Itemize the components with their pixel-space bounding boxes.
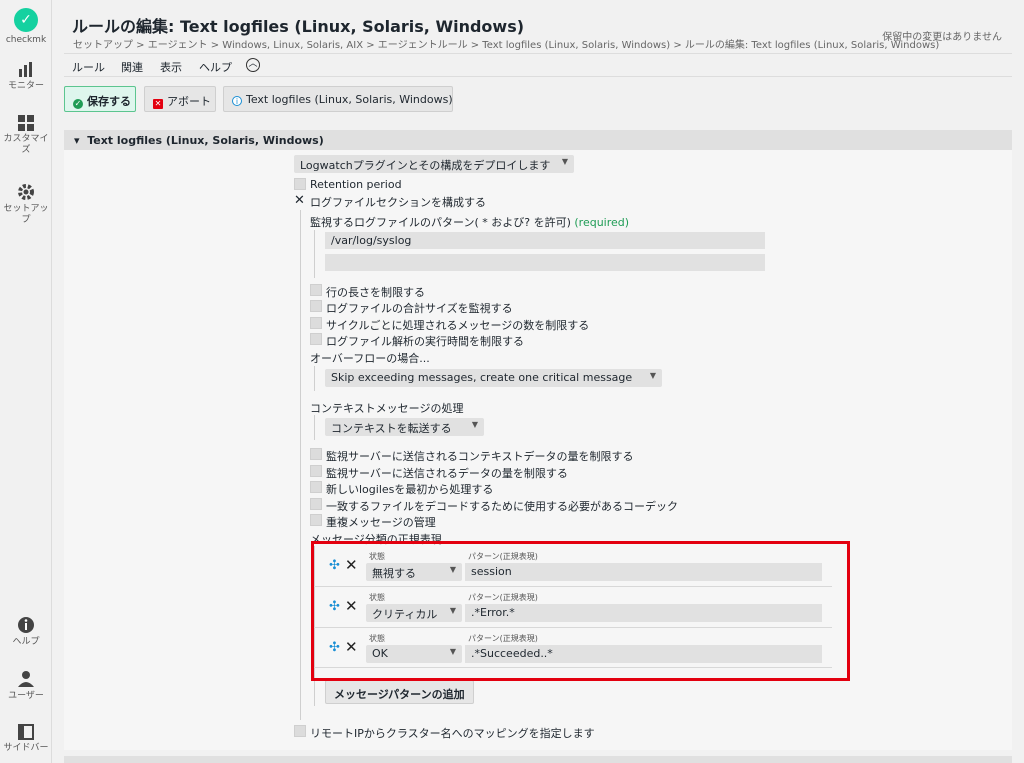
user-icon xyxy=(18,671,34,687)
option-checkbox[interactable] xyxy=(310,481,322,493)
deploy-select[interactable]: Logwatchプラグインとその構成をデプロイします ▼ xyxy=(294,155,574,173)
check-icon: ✓ xyxy=(73,99,83,109)
abort-button[interactable]: ✕ アボート xyxy=(144,86,216,112)
chevron-up-icon[interactable]: ︿ xyxy=(246,58,260,72)
limit-label: サイクルごとに処理されるメッセージの数を制限する xyxy=(326,319,590,332)
limit-label: ログファイル解析の実行時間を制限する xyxy=(326,335,524,348)
option-checkbox[interactable] xyxy=(310,514,322,526)
collapse-triangle-icon: ▾ xyxy=(74,134,88,147)
section-indent-line xyxy=(300,210,301,720)
retention-label: Retention period xyxy=(310,178,402,191)
overflow-indent-line xyxy=(314,366,315,391)
section-footer xyxy=(64,756,1012,763)
save-label: 保存する xyxy=(87,95,131,108)
sidebar-item-help[interactable]: ヘルプ xyxy=(0,616,52,648)
logo-label: checkmk xyxy=(5,35,47,45)
ruleset-info-button[interactable]: i Text logfiles (Linux, Solaris, Windows) xyxy=(223,86,453,112)
required-marker: (required) xyxy=(574,216,630,229)
option-checkbox[interactable] xyxy=(310,465,322,477)
deploy-select-value: Logwatchプラグインとその構成をデプロイします xyxy=(300,159,551,172)
menu-help[interactable]: ヘルプ xyxy=(199,59,232,75)
close-icon: ✕ xyxy=(153,99,163,109)
overflow-select[interactable]: Skip exceeding messages, create one crit… xyxy=(325,369,662,387)
breadcrumb: セットアップ > エージェント > Windows, Linux, Solari… xyxy=(73,40,940,51)
checkmk-logo-icon: ✓ xyxy=(14,8,38,32)
option-label: 一致するファイルをデコードするために使用する必要があるコーデック xyxy=(326,500,678,513)
menu-rules[interactable]: ルール xyxy=(72,59,105,75)
limit-checkbox[interactable] xyxy=(310,333,322,345)
remote-ip-label: リモートIPからクラスター名へのマッピングを指定します xyxy=(310,727,595,740)
context-indent-line xyxy=(314,415,315,440)
logfile-pattern-input[interactable]: /var/log/syslog xyxy=(325,232,765,249)
menu-display[interactable]: 表示 xyxy=(160,59,182,75)
dropdown-arrow-icon: ▼ xyxy=(561,157,568,166)
menu-bar: ルール 関連 表示 ヘルプ ︿ xyxy=(64,53,1012,77)
dropdown-arrow-icon: ▼ xyxy=(471,420,478,429)
remote-ip-checkbox[interactable] xyxy=(294,725,306,737)
grid-icon xyxy=(18,115,34,131)
limit-label: 行の長さを制限する xyxy=(326,286,425,299)
sidebar-item-label: セットアップ xyxy=(3,204,49,225)
patterns-indent-line xyxy=(314,230,315,278)
info-label: Text logfiles (Linux, Solaris, Windows) xyxy=(246,93,453,106)
limit-label: ログファイルの合計サイズを監視する xyxy=(326,302,513,315)
option-label: 監視サーバーに送信されるコンテキストデータの量を制限する xyxy=(326,450,634,463)
sidebar-item-setup[interactable]: セットアップ xyxy=(0,183,52,226)
configure-sections-label: ログファイルセクションを構成する xyxy=(310,196,486,209)
sidebar-item-user[interactable]: ユーザー xyxy=(0,670,52,702)
context-label: コンテキストメッセージの処理 xyxy=(310,402,464,415)
info-circle-icon: i xyxy=(232,96,242,106)
sidebar: ✓ checkmk モニター カスタマイズ セットアップ ヘルプ ユーザー サイ… xyxy=(0,0,52,763)
logfile-pattern-input-empty[interactable] xyxy=(325,254,765,271)
sidebar-item-label: ヘルプ xyxy=(12,637,40,647)
page-title: ルールの編集: Text logfiles (Linux, Solaris, W… xyxy=(72,17,525,36)
sidebar-item-label: カスタマイズ xyxy=(3,134,49,155)
option-label: 監視サーバーに送信されるデータの量を制限する xyxy=(326,467,568,480)
sidebar-item-label: サイドバー xyxy=(3,743,49,753)
info-icon xyxy=(18,617,34,633)
retention-checkbox[interactable] xyxy=(294,178,306,190)
section-title: Text logfiles (Linux, Solaris, Windows) xyxy=(87,134,324,147)
sidebar-item-label: モニター xyxy=(7,81,44,91)
pending-changes[interactable]: 保留中の変更はありません xyxy=(882,28,1002,43)
abort-label: アボート xyxy=(167,95,211,108)
section-header[interactable]: ▾ Text logfiles (Linux, Solaris, Windows… xyxy=(64,130,1012,150)
patterns-label-text: 監視するログファイルのパターン( * および? を許可) xyxy=(310,216,571,229)
option-checkbox[interactable] xyxy=(310,498,322,510)
sidebar-item-label: ユーザー xyxy=(8,691,44,701)
dropdown-arrow-icon: ▼ xyxy=(649,371,656,380)
option-checkbox[interactable] xyxy=(310,448,322,460)
limit-checkbox[interactable] xyxy=(310,317,322,329)
sidebar-item-sidebar[interactable]: サイドバー xyxy=(0,724,52,754)
context-select[interactable]: コンテキストを転送する ▼ xyxy=(325,418,484,436)
context-select-value: コンテキストを転送する xyxy=(331,422,452,435)
menu-related[interactable]: 関連 xyxy=(121,59,143,75)
option-label: 重複メッセージの管理 xyxy=(326,516,436,529)
save-button[interactable]: ✓ 保存する xyxy=(64,86,136,112)
sidebar-item-monitor[interactable]: モニター xyxy=(0,62,52,92)
bar-chart-icon xyxy=(19,62,32,77)
option-label: 新しいlogilesを最初から処理する xyxy=(326,483,494,496)
checkmk-logo[interactable]: ✓ checkmk xyxy=(0,8,52,46)
overflow-select-value: Skip exceeding messages, create one crit… xyxy=(331,371,633,384)
patterns-label: 監視するログファイルのパターン( * および? を許可) (required) xyxy=(310,214,629,230)
sidebar-icon xyxy=(18,724,34,740)
limit-checkbox[interactable] xyxy=(310,300,322,312)
limit-checkbox[interactable] xyxy=(310,284,322,296)
gear-icon xyxy=(18,184,34,200)
highlight-box xyxy=(311,541,850,681)
overflow-label: オーバーフローの場合... xyxy=(310,352,430,365)
add-pattern-button[interactable]: メッセージパターンの追加 xyxy=(325,680,474,704)
sidebar-item-customize[interactable]: カスタマイズ xyxy=(0,115,52,156)
close-icon[interactable]: ✕ xyxy=(294,193,305,208)
